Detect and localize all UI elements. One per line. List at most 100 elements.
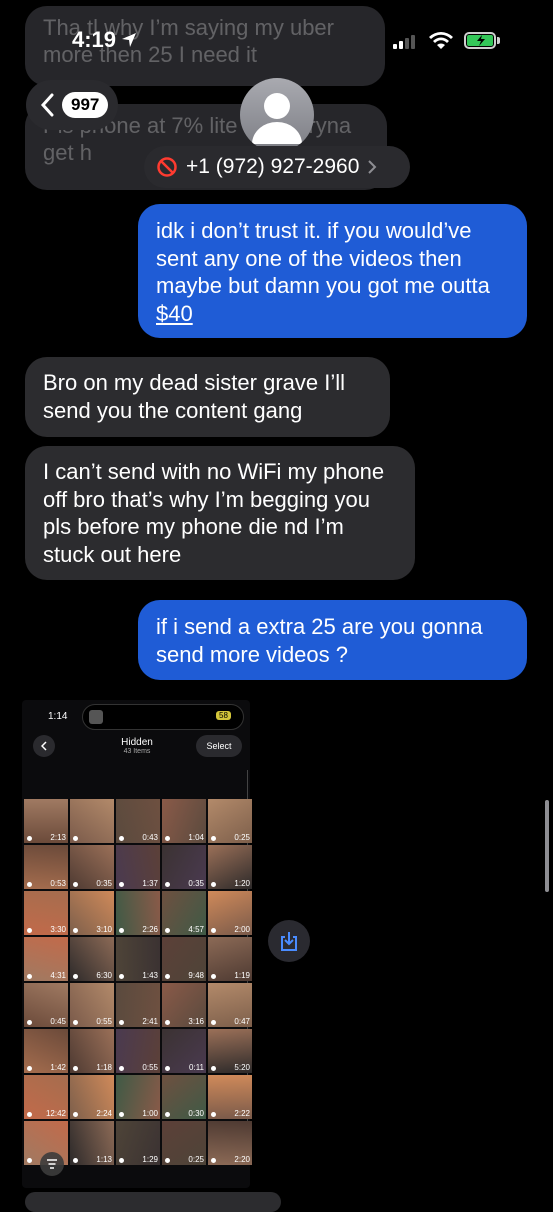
money-link[interactable]: $40: [156, 301, 193, 326]
favorite-icon: [119, 1020, 124, 1025]
video-duration: 9:48: [188, 971, 204, 980]
location-arrow-icon: [122, 33, 137, 47]
message-sent-2[interactable]: if i send a extra 25 are you gonna send …: [138, 600, 527, 680]
message-sent-1-text: idk i don’t trust it. if you would’ve se…: [156, 218, 490, 298]
favorite-icon: [165, 1066, 170, 1071]
video-duration: 5:20: [234, 1063, 250, 1072]
contact-number: +1 (972) 927-2960: [186, 155, 360, 178]
contact-avatar[interactable]: [240, 78, 314, 152]
favorite-icon: [73, 974, 78, 979]
video-duration: 1:29: [142, 1155, 158, 1164]
photo-thumbnail: 3:30: [24, 891, 68, 935]
video-duration: 4:57: [188, 925, 204, 934]
photo-thumbnail: 2:13: [24, 799, 68, 843]
favorite-icon: [73, 1158, 78, 1163]
photo-thumbnail: 0:35: [162, 845, 206, 889]
download-icon: [281, 932, 297, 951]
photo-thumbnail: 0:25: [162, 1121, 206, 1165]
video-duration: 0:45: [50, 1017, 66, 1026]
photo-thumbnail: 1:37: [116, 845, 160, 889]
message-sent-1[interactable]: idk i don’t trust it. if you would’ve se…: [138, 204, 527, 338]
back-button[interactable]: 997: [26, 80, 118, 130]
photo-thumbnail: 1:43: [116, 937, 160, 981]
photo-thumbnail: [70, 799, 114, 843]
album-title: Hidden 43 Items: [106, 737, 168, 755]
photo-thumbnail: 0:47: [208, 983, 252, 1027]
contact-pill[interactable]: +1 (972) 927-2960: [144, 146, 410, 188]
photo-thumbnail: 0:55: [116, 1029, 160, 1073]
favorite-icon: [27, 928, 32, 933]
video-duration: 1:18: [96, 1063, 112, 1072]
photo-thumbnail: 0:11: [162, 1029, 206, 1073]
message-received-2-text: I can’t send with no WiFi my phone off b…: [43, 459, 385, 567]
message-received-2[interactable]: I can’t send with no WiFi my phone off b…: [25, 446, 415, 580]
photo-thumbnail: 5:20: [208, 1029, 252, 1073]
photo-thumbnail: 2:24: [70, 1075, 114, 1119]
photo-thumbnail: 0:25: [208, 799, 252, 843]
photo-thumbnail: 1:00: [116, 1075, 160, 1119]
video-duration: 1:20: [234, 879, 250, 888]
video-duration: 1:00: [142, 1109, 158, 1118]
message-received-1[interactable]: Bro on my dead sister grave I’ll send yo…: [25, 357, 390, 437]
favorite-icon: [27, 1158, 32, 1163]
video-duration: 0:25: [234, 833, 250, 842]
video-duration: 2:24: [96, 1109, 112, 1118]
message-sent-2-text: if i send a extra 25 are you gonna send …: [156, 614, 483, 667]
photo-thumbnail: 1:19: [208, 937, 252, 981]
favorite-icon: [119, 1066, 124, 1071]
chevron-left-icon: [40, 93, 54, 117]
video-duration: 3:10: [96, 925, 112, 934]
video-duration: 2:26: [142, 925, 158, 934]
favorite-icon: [119, 1158, 124, 1163]
photo-thumbnail: 1:42: [24, 1029, 68, 1073]
favorite-icon: [27, 836, 32, 841]
video-duration: 2:13: [50, 833, 66, 842]
photo-thumbnail: 1:18: [70, 1029, 114, 1073]
favorite-icon: [165, 836, 170, 841]
photo-thumbnail: 2:20: [208, 1121, 252, 1165]
photo-thumbnail: 0:55: [70, 983, 114, 1027]
scroll-indicator[interactable]: [545, 800, 549, 892]
photo-thumbnail: 3:16: [162, 983, 206, 1027]
video-duration: 0:11: [189, 1063, 204, 1072]
favorite-icon: [211, 928, 216, 933]
save-to-photos-button[interactable]: [268, 920, 310, 962]
unread-count-badge: 997: [62, 92, 109, 118]
photo-thumbnail: 0:43: [116, 799, 160, 843]
album-count-text: 43 Items: [123, 748, 151, 755]
video-duration: 1:43: [142, 971, 158, 980]
status-time: 4:19: [72, 27, 138, 53]
photo-thumbnail: 0:30: [162, 1075, 206, 1119]
cellular-signal-icon: [393, 35, 415, 49]
video-duration: 2:00: [234, 925, 250, 934]
video-duration: 0:53: [50, 879, 66, 888]
video-duration: 0:35: [96, 879, 112, 888]
status-time-text: 4:19: [72, 27, 117, 52]
video-duration: 0:35: [188, 879, 204, 888]
favorite-icon: [165, 1112, 170, 1117]
video-duration: 0:55: [96, 1017, 112, 1026]
favorite-icon: [165, 928, 170, 933]
video-duration: 0:47: [234, 1017, 250, 1026]
wifi-icon: [429, 32, 453, 49]
video-duration: 6:30: [96, 971, 112, 980]
video-duration: 2:41: [142, 1017, 158, 1026]
favorite-icon: [165, 1158, 170, 1163]
photo-thumbnail: 4:57: [162, 891, 206, 935]
favorite-icon: [211, 1066, 216, 1071]
favorite-icon: [27, 974, 32, 979]
favorite-icon: [211, 836, 216, 841]
blocked-icon: [157, 157, 177, 177]
screenshot-time: 1:14: [48, 711, 68, 722]
favorite-icon: [211, 974, 216, 979]
video-duration: 2:22: [234, 1109, 250, 1118]
album-title-text: Hidden: [121, 737, 153, 748]
photo-thumbnail: 9:48: [162, 937, 206, 981]
battery-icon: [464, 32, 496, 49]
chevron-left-icon: [41, 741, 47, 751]
video-duration: 0:43: [142, 833, 158, 842]
screenshot-battery: 58: [216, 711, 231, 720]
favorite-icon: [73, 882, 78, 887]
photo-thumbnail: 2:00: [208, 891, 252, 935]
favorite-icon: [73, 1112, 78, 1117]
